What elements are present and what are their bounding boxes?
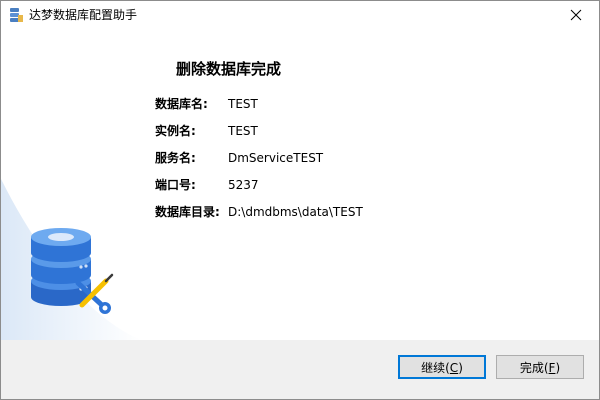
finish-button[interactable]: 完成(F): [496, 355, 584, 379]
content-area: 删除数据库完成 数据库名: TEST 实例名: TEST 服务名: DmServ…: [1, 29, 599, 340]
info-label: 数据库目录:: [155, 205, 220, 219]
close-icon: [570, 9, 582, 21]
info-value: TEST: [228, 124, 258, 138]
finish-hotkey: F: [548, 361, 556, 375]
button-bar: 继续(C) 完成(F): [1, 340, 599, 399]
close-button[interactable]: [553, 1, 599, 29]
info-label: 端口号:: [155, 178, 196, 192]
title-bar[interactable]: 达梦数据库配置助手: [1, 1, 599, 29]
info-label: 服务名:: [155, 151, 196, 165]
database-wrench-icon: [31, 228, 114, 314]
database-app-icon: [10, 8, 23, 22]
dialog-window: 达梦数据库配置助手 删除数据库完成 数据库名: TEST 实例名: TEST 服…: [0, 0, 600, 400]
info-value: DmServiceTEST: [228, 151, 324, 165]
info-value: TEST: [228, 97, 258, 111]
info-value: D:\dmdbms\data\TEST: [228, 205, 363, 219]
continue-button[interactable]: 继续(C): [398, 355, 486, 379]
finish-label-wrap: 完成(F): [520, 357, 560, 379]
finish-label-suffix: ): [555, 361, 561, 375]
info-label: 数据库名:: [155, 97, 208, 111]
window-title: 达梦数据库配置助手: [29, 8, 138, 22]
continue-label: 继续(: [421, 361, 450, 375]
page-title: 删除数据库完成: [176, 60, 282, 78]
finish-label: 完成(: [519, 361, 549, 375]
info-label: 实例名:: [155, 124, 196, 138]
continue-hotkey: C: [449, 361, 459, 375]
continue-label-wrap: 继续(C): [421, 358, 463, 378]
info-value: 5237: [228, 178, 259, 192]
continue-label-suffix: ): [458, 361, 463, 375]
